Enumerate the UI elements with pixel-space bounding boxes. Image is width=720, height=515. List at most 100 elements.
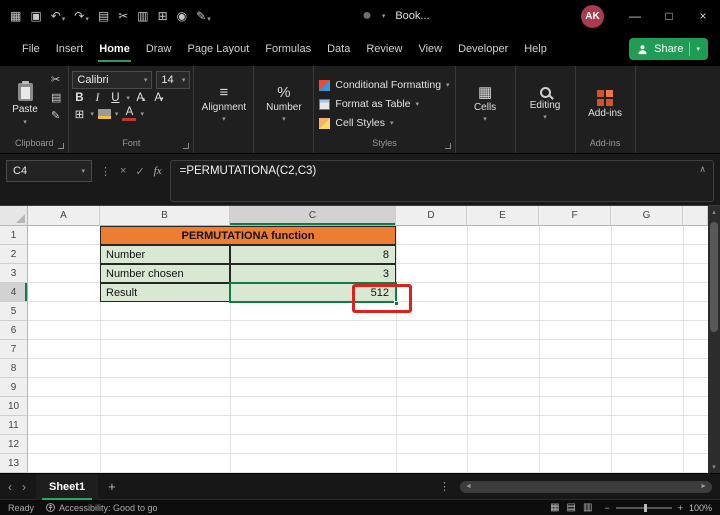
cell-b1-title[interactable]: PERMUTATIONA function <box>100 226 396 245</box>
close-button[interactable]: × <box>686 0 720 32</box>
row-header-5[interactable]: 5 <box>0 302 28 321</box>
font-color-button[interactable]: A <box>122 107 136 121</box>
previous-sheet-icon[interactable]: ‹ <box>8 480 12 494</box>
page-layout-view-button[interactable]: ▤ <box>567 502 576 513</box>
minimize-button[interactable]: — <box>618 0 652 32</box>
share-button[interactable]: Share ▾ <box>629 38 708 60</box>
undo-button[interactable]: ↶▾ <box>51 9 66 23</box>
tab-developer[interactable]: Developer <box>450 32 516 66</box>
zoom-level[interactable]: 100% <box>689 503 712 513</box>
vertical-scrollbar[interactable]: ▴ ▾ <box>708 206 720 473</box>
scroll-down-icon[interactable]: ▾ <box>712 461 716 473</box>
row-header-8[interactable]: 8 <box>0 359 28 378</box>
cell-c3-value[interactable]: 3 <box>230 264 396 283</box>
tab-formulas[interactable]: Formulas <box>257 32 319 66</box>
column-header-a[interactable]: A <box>28 206 100 226</box>
bold-button[interactable]: B <box>72 92 86 104</box>
alignment-button[interactable]: ≡ Alignment ▾ <box>197 70 250 138</box>
fill-color-icon[interactable] <box>98 109 111 119</box>
cell-b2-label[interactable]: Number <box>100 245 230 264</box>
underline-button[interactable]: U <box>108 92 122 104</box>
row-header-7[interactable]: 7 <box>0 340 28 359</box>
row-header-9[interactable]: 9 <box>0 378 28 397</box>
sheet-tab-sheet1[interactable]: Sheet1 <box>36 474 98 500</box>
decrease-font-button[interactable]: A▾ <box>152 92 166 104</box>
row-header-13[interactable]: 13 <box>0 454 28 473</box>
cut-icon[interactable]: ✂ <box>118 9 128 23</box>
column-header-d[interactable]: D <box>396 206 467 226</box>
copy-icon[interactable]: ▤ <box>98 9 109 23</box>
copy-button[interactable]: ▤ <box>51 91 61 104</box>
formula-input[interactable]: =PERMUTATIONA(C2,C3) ∧ <box>170 160 714 202</box>
save-icon[interactable]: ▣ <box>30 9 41 23</box>
redo-button[interactable]: ↷▾ <box>74 9 89 23</box>
normal-view-button[interactable]: ▦ <box>550 502 559 513</box>
addins-button[interactable]: Add-ins <box>579 70 632 138</box>
row-header-4[interactable]: 4 <box>0 283 28 302</box>
chevron-down-icon[interactable]: ▾ <box>382 12 386 20</box>
draw-pen-button[interactable]: ✎▾ <box>196 9 211 23</box>
camera-icon[interactable]: ◉ <box>177 9 187 23</box>
dialog-launcher-icon[interactable] <box>58 143 64 149</box>
font-name-select[interactable]: Calibri ▾ <box>72 71 152 89</box>
format-as-table-button[interactable]: Format as Table ▾ <box>319 95 449 114</box>
column-header-e[interactable]: E <box>467 206 539 226</box>
zoom-in-button[interactable]: + <box>678 503 683 513</box>
row-header-2[interactable]: 2 <box>0 245 28 264</box>
tab-data[interactable]: Data <box>319 32 358 66</box>
column-header-f[interactable]: F <box>539 206 611 226</box>
app-menu-icon[interactable]: ▦ <box>10 9 21 23</box>
number-button[interactable]: % Number ▾ <box>257 70 310 138</box>
fill-handle[interactable] <box>394 301 399 306</box>
zoom-slider[interactable] <box>616 507 672 509</box>
cell-b4-label[interactable]: Result <box>100 283 230 302</box>
borders-icon[interactable]: ⊞ <box>158 9 168 23</box>
font-size-select[interactable]: 14 ▾ <box>156 71 190 89</box>
scroll-right-icon[interactable]: ► <box>700 483 707 490</box>
column-header-b[interactable]: B <box>100 206 230 226</box>
maximize-button[interactable]: □ <box>652 0 686 32</box>
cut-button[interactable]: ✂ <box>51 73 61 86</box>
row-header-3[interactable]: 3 <box>0 264 28 283</box>
cell-c2-value[interactable]: 8 <box>230 245 396 264</box>
editing-button[interactable]: Editing ▾ <box>519 70 572 138</box>
row-header-10[interactable]: 10 <box>0 397 28 416</box>
cancel-formula-button[interactable]: × <box>120 165 126 177</box>
zoom-slider-thumb[interactable] <box>644 504 647 512</box>
tab-page-layout[interactable]: Page Layout <box>179 32 257 66</box>
borders-button[interactable]: ⊞ <box>72 107 86 121</box>
cells-button[interactable]: ▦ Cells ▾ <box>459 70 512 138</box>
dialog-launcher-icon[interactable] <box>183 143 189 149</box>
add-sheet-button[interactable]: + <box>108 479 116 494</box>
drag-handle-icon[interactable]: ⋮ <box>100 165 111 178</box>
tab-draw[interactable]: Draw <box>138 32 180 66</box>
scroll-up-icon[interactable]: ▴ <box>712 206 716 218</box>
cell-b3-label[interactable]: Number chosen <box>100 264 230 283</box>
increase-font-button[interactable]: A▴ <box>134 92 148 104</box>
select-all-corner[interactable] <box>0 206 28 226</box>
name-box[interactable]: C4 ▾ <box>6 160 92 182</box>
conditional-formatting-button[interactable]: Conditional Formatting ▾ <box>319 76 449 95</box>
dialog-launcher-icon[interactable] <box>445 143 451 149</box>
tab-home[interactable]: Home <box>91 32 138 66</box>
tab-help[interactable]: Help <box>516 32 555 66</box>
sheetbar-more-icon[interactable]: ⋮ <box>439 480 450 493</box>
tab-file[interactable]: File <box>14 32 48 66</box>
row-header-6[interactable]: 6 <box>0 321 28 340</box>
paste-icon[interactable]: ▥ <box>137 9 148 23</box>
scroll-left-icon[interactable]: ◄ <box>465 483 472 490</box>
accessibility-status[interactable]: Accessibility: Good to go <box>46 503 158 513</box>
format-painter-button[interactable]: ✎ <box>51 109 61 122</box>
zoom-out-button[interactable]: − <box>604 503 609 513</box>
insert-function-button[interactable]: fx <box>154 165 162 177</box>
row-header-12[interactable]: 12 <box>0 435 28 454</box>
italic-button[interactable]: I <box>90 92 104 104</box>
tab-review[interactable]: Review <box>358 32 410 66</box>
collapse-formula-bar-icon[interactable]: ∧ <box>699 164 706 175</box>
column-header-c[interactable]: C <box>230 206 396 226</box>
document-title[interactable]: Book... <box>395 10 429 22</box>
cell-styles-button[interactable]: Cell Styles ▾ <box>319 114 449 133</box>
page-break-view-button[interactable]: ▥ <box>583 502 592 513</box>
vertical-scrollbar-thumb[interactable] <box>710 222 718 332</box>
row-header-1[interactable]: 1 <box>0 226 28 245</box>
